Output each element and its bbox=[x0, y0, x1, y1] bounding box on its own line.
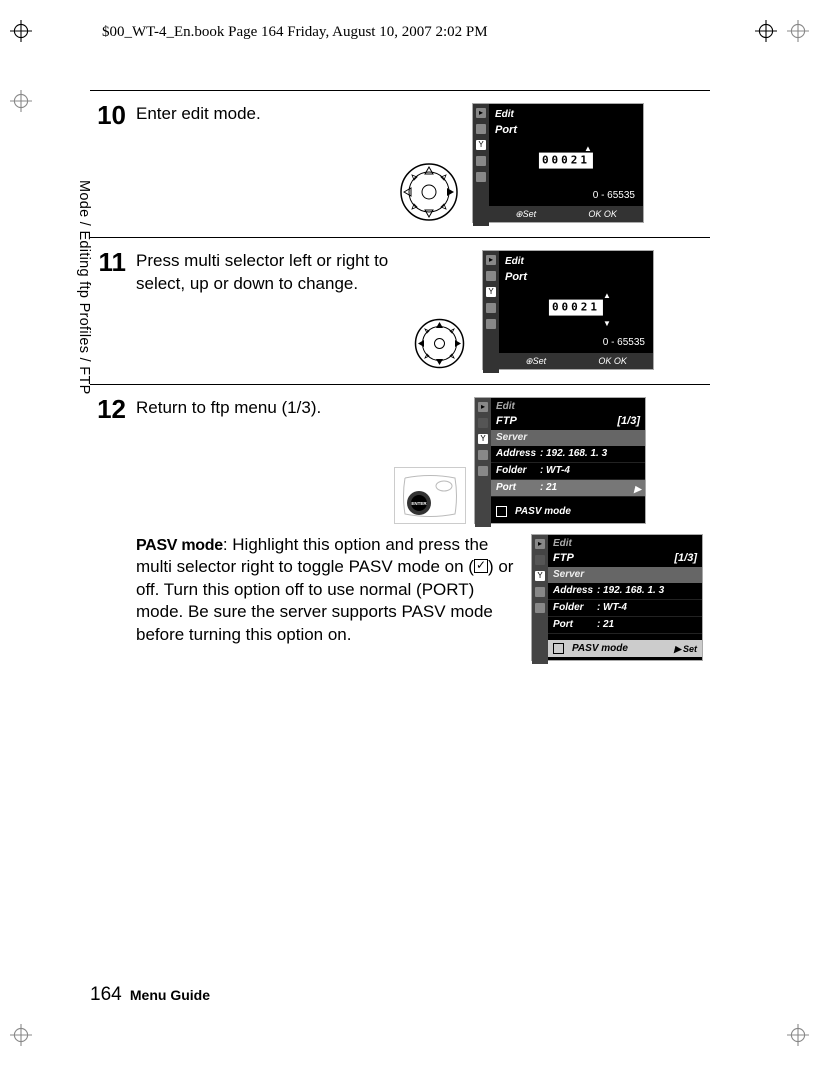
svg-text:ENTER: ENTER bbox=[411, 501, 427, 506]
page-content: Mode / Editing ftp Profiles / FTP 10 Ent… bbox=[90, 90, 710, 1030]
lcd-title: Edit bbox=[505, 255, 647, 269]
lcd-footer-ok: OK OK bbox=[588, 208, 617, 220]
lcd-port-screen: ▸Y Edit Port ▲ 00021 0 - 65535 ⊕Set OK O… bbox=[472, 103, 644, 223]
step-text: Press multi selector left or right to se… bbox=[136, 250, 396, 296]
step-12: 12 Return to ftp menu (1/3). ENTER ▸Y bbox=[90, 384, 710, 675]
pasv-description-block: PASV mode: Highlight this option and pre… bbox=[136, 534, 710, 661]
pasv-description-text: PASV mode: Highlight this option and pre… bbox=[136, 534, 521, 661]
page-footer: 164 Menu Guide bbox=[90, 984, 210, 1006]
lcd-header-right: [1/3] bbox=[674, 551, 697, 566]
lcd-section: Server bbox=[548, 567, 702, 583]
lcd-port-value: 00021 bbox=[549, 299, 603, 316]
page-number: 164 bbox=[90, 984, 122, 1005]
lcd-range: 0 - 65535 bbox=[603, 336, 645, 350]
multi-selector-icon bbox=[404, 317, 474, 370]
lcd-subtitle: Port bbox=[505, 270, 647, 285]
lcd-header-left: FTP bbox=[496, 414, 517, 429]
lcd-section: Server bbox=[491, 430, 645, 446]
lcd-title: Edit bbox=[491, 398, 645, 414]
document-header-meta: $00_WT-4_En.book Page 164 Friday, August… bbox=[102, 24, 488, 41]
crop-mark-icon bbox=[10, 20, 32, 42]
lcd-range: 0 - 65535 bbox=[593, 189, 635, 203]
lcd-title: Edit bbox=[548, 535, 702, 551]
lcd-pasv-label: PASV mode bbox=[572, 642, 628, 656]
crop-mark-icon bbox=[787, 20, 809, 42]
lcd-footer-ok: OK OK bbox=[598, 355, 627, 367]
lcd-ftp-menu: ▸Y Edit FTP [1/3] Server Address:192. 16… bbox=[474, 397, 646, 524]
step-text: Return to ftp menu (1/3). bbox=[136, 397, 386, 420]
lcd-header-right: [1/3] bbox=[617, 414, 640, 429]
crop-mark-icon bbox=[755, 20, 777, 42]
step-number: 12 bbox=[90, 396, 126, 661]
lcd-pasv-label: PASV mode bbox=[515, 505, 571, 519]
step-10: 10 Enter edit mode. bbox=[90, 90, 710, 237]
step-number: 11 bbox=[90, 249, 126, 370]
step-text: Enter edit mode. bbox=[136, 103, 386, 126]
lcd-ftp-menu-pasv: ▸Y Edit FTP [1/3] Server Address:192. 16… bbox=[531, 534, 703, 661]
lcd-title: Edit bbox=[495, 108, 637, 122]
lcd-port-value: 00021 bbox=[539, 152, 593, 169]
lcd-port-screen: ▸Y Edit Port ▲ 00021 ▼ 0 - 65535 ⊕Set OK… bbox=[482, 250, 654, 370]
crop-mark-icon bbox=[10, 90, 32, 112]
step-11: 11 Press multi selector left or right to… bbox=[90, 237, 710, 384]
footer-title: Menu Guide bbox=[130, 987, 210, 1003]
lcd-subtitle: Port bbox=[495, 123, 637, 138]
enter-button-icon: ENTER bbox=[394, 467, 466, 524]
crop-mark-icon bbox=[787, 1024, 809, 1046]
step-number: 10 bbox=[90, 102, 126, 223]
lcd-footer-set: ⊕Set bbox=[515, 208, 536, 220]
crop-mark-icon bbox=[10, 1024, 32, 1046]
multi-selector-icon bbox=[394, 161, 464, 223]
lcd-footer-set: ⊕Set bbox=[525, 355, 546, 367]
lcd-header-left: FTP bbox=[553, 551, 574, 566]
